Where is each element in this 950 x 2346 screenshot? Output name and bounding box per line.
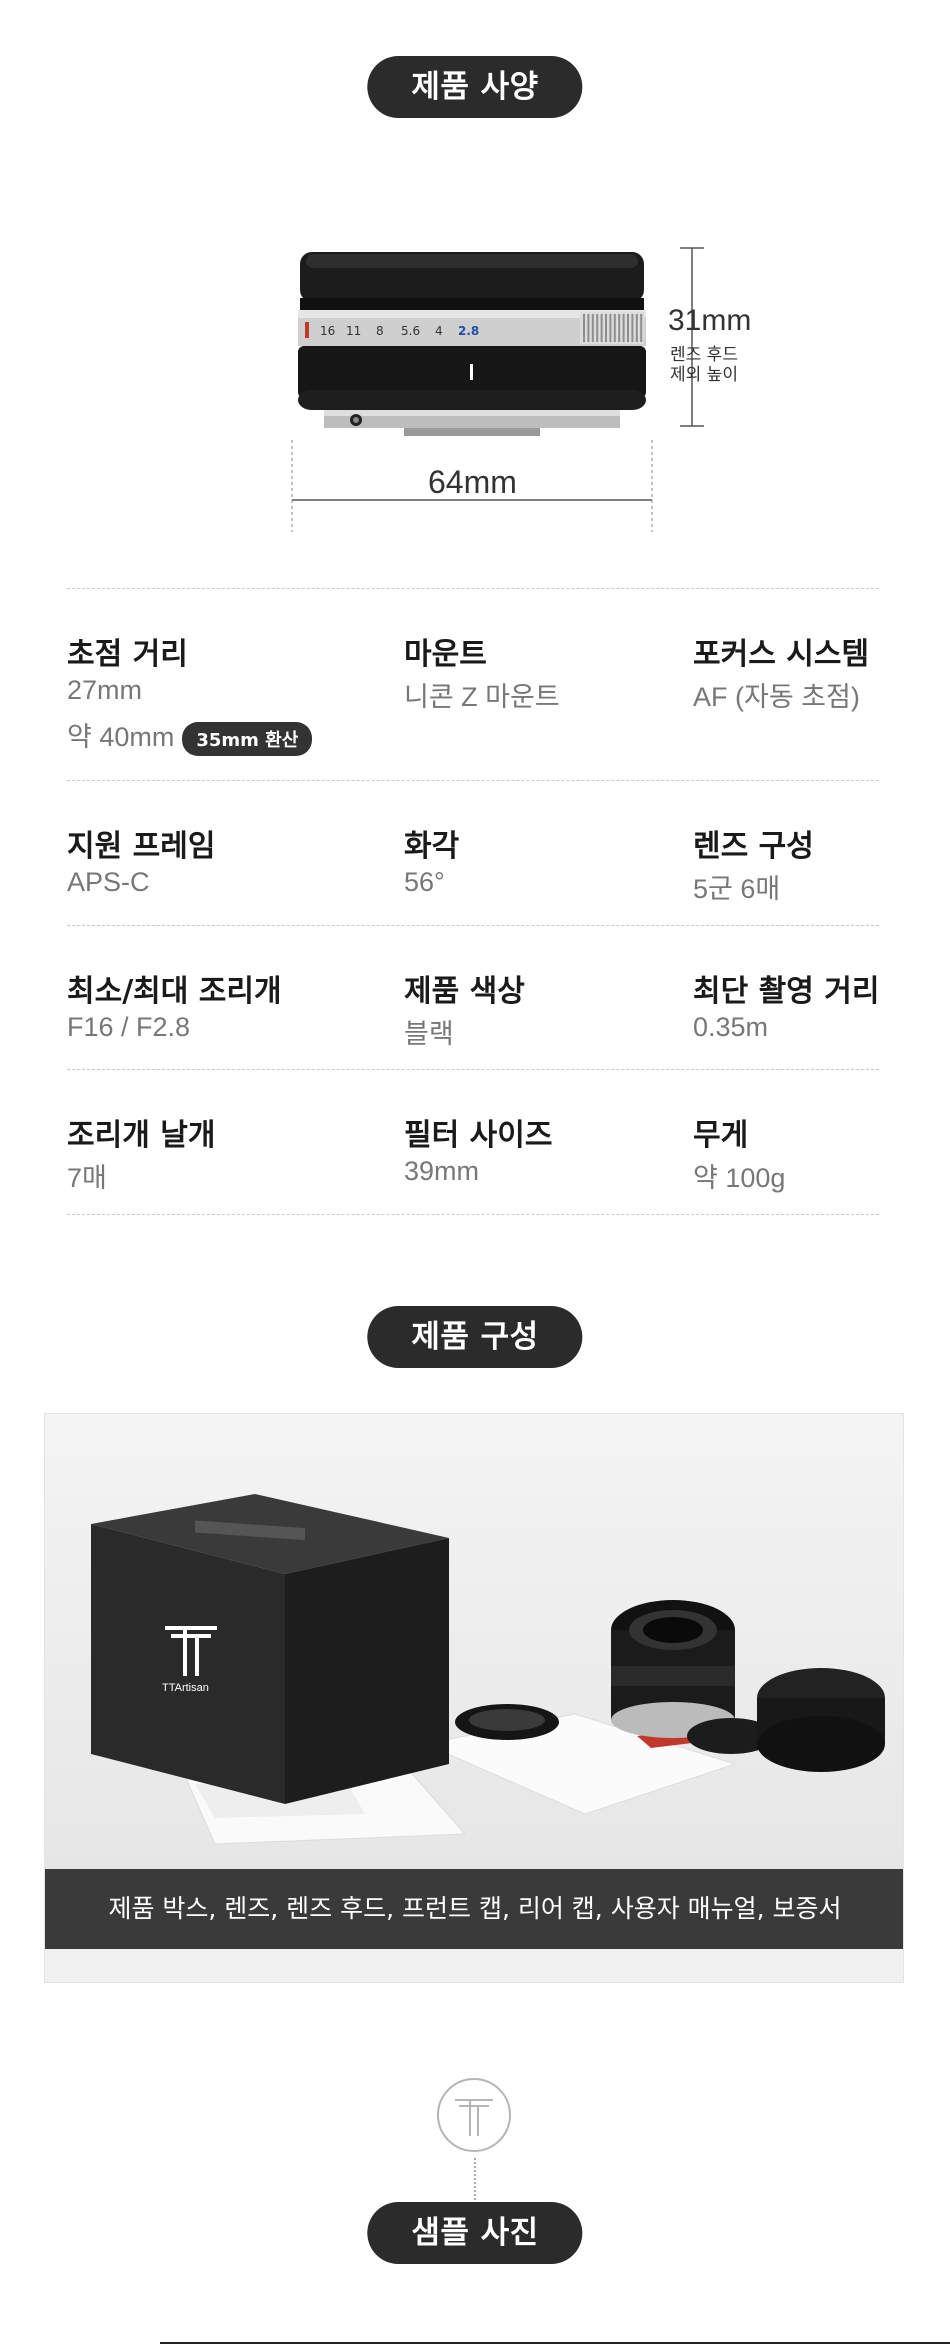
lens-illustration — [291, 247, 704, 532]
spec-title: 초점 거리 — [67, 637, 188, 672]
spec-value: 5군 6매 — [693, 874, 781, 904]
brand-logo-icon — [437, 2078, 511, 2152]
box-brand-label: TTArtisan — [162, 1682, 209, 1694]
divider-dotted-line — [474, 2158, 476, 2200]
spec-title: 지원 프레임 — [67, 829, 216, 864]
spec-value-equivalent: 약 40mm 35mm 환산 — [67, 715, 313, 756]
spec-title: 화각 — [404, 829, 460, 864]
spec-value: 56° — [404, 867, 445, 897]
spec-value: 블랙 — [404, 1019, 454, 1049]
height-label: 31mm — [668, 304, 752, 337]
aperture-value: 2.8 — [458, 324, 480, 338]
spec-title: 필터 사이즈 — [404, 1118, 553, 1153]
spec-value: 39mm — [404, 1156, 480, 1186]
spec-title: 무게 — [693, 1118, 749, 1153]
package-illustration — [45, 1414, 903, 1874]
spec-value: 약 100g — [693, 1163, 786, 1193]
spec-value: 0.35m — [693, 1012, 769, 1042]
spec-value: 27mm — [67, 675, 143, 705]
spec-value: F16 / F2.8 — [67, 1012, 191, 1042]
spec-row: 조리개 날개 7매 필터 사이즈 39mm 무게 약 100g — [67, 1069, 879, 1215]
section-heading-specs: 제품 사양 — [367, 56, 583, 118]
spec-value: 7매 — [67, 1163, 107, 1193]
spec-title: 포커스 시스템 — [693, 637, 870, 672]
aperture-value: 4 — [435, 324, 443, 338]
spec-title: 렌즈 구성 — [693, 829, 814, 864]
spec-row: 지원 프레임 APS-C 화각 56° 렌즈 구성 5군 6매 — [67, 780, 879, 925]
spec-value: 니콘 Z 마운트 — [404, 682, 560, 712]
spec-value: 약 40mm — [67, 722, 175, 752]
spec-title: 최단 촬영 거리 — [693, 974, 880, 1009]
spec-title: 조리개 날개 — [67, 1118, 216, 1153]
spec-row: 초점 거리 27mm 약 40mm 35mm 환산 마운트 니콘 Z 마운트 포커… — [67, 588, 879, 780]
package-contents-caption: 제품 박스, 렌즈, 렌즈 후드, 프런트 캡, 리어 캡, 사용자 매뉴얼, … — [45, 1869, 903, 1949]
spec-row: 최소/최대 조리개 F16 / F2.8 제품 색상 블랙 최단 촬영 거리 0… — [67, 925, 880, 1069]
aperture-value: 5.6 — [401, 324, 421, 338]
spec-title: 마운트 — [404, 637, 487, 672]
package-contents-photo: TTArtisan 제품 박스, 렌즈, 렌즈 후드, 프런트 캡, 리어 캡,… — [44, 1413, 904, 1983]
lens-dimension-diagram: 16 11 8 5.6 4 2.8 31mm 렌즈 후드 제외 높이 64mm — [280, 240, 800, 540]
spec-title: 제품 색상 — [404, 974, 525, 1009]
height-note: 제외 높이 — [670, 365, 738, 385]
spec-value: APS-C — [67, 867, 150, 897]
aperture-value: 11 — [346, 324, 362, 338]
spec-value: AF (자동 초점) — [693, 682, 860, 712]
aperture-value: 16 — [320, 324, 336, 338]
bottom-divider — [160, 2342, 950, 2344]
aperture-scale: 16 11 8 5.6 4 2.8 — [302, 324, 602, 344]
section-heading-contents: 제품 구성 — [367, 1306, 583, 1368]
equivalent-badge: 35mm 환산 — [182, 721, 313, 756]
width-label: 64mm — [428, 464, 517, 500]
spec-title: 최소/최대 조리개 — [67, 974, 282, 1009]
section-heading-samples: 샘플 사진 — [367, 2202, 583, 2264]
aperture-value: 8 — [376, 324, 384, 338]
